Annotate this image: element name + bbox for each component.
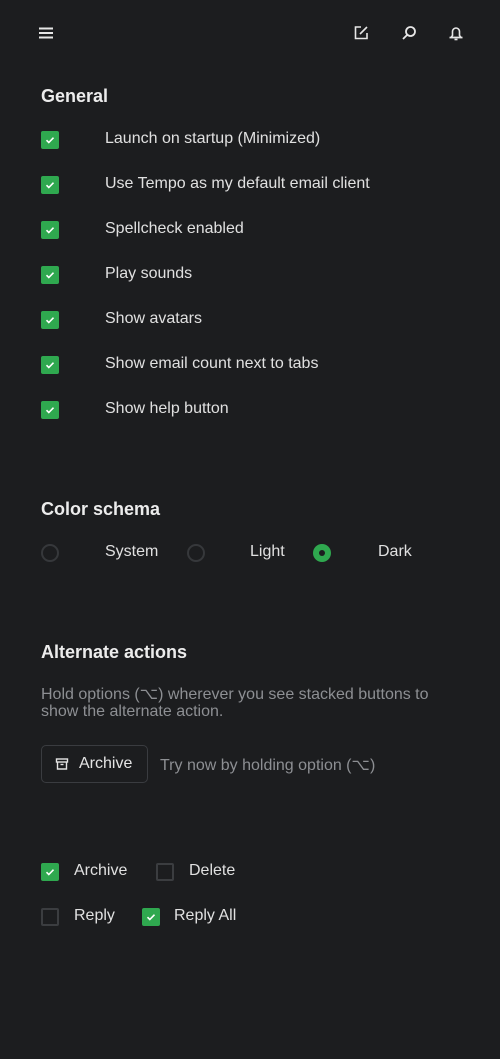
spellcheck-checkbox[interactable] <box>41 221 59 239</box>
reply-all-action-checkbox[interactable] <box>142 908 160 926</box>
archive-demo-button-label: Archive <box>79 755 133 772</box>
color-light-radio[interactable] <box>187 544 205 562</box>
alternate-actions-section-title: Alternate actions <box>41 642 188 662</box>
color-system-label: System <box>105 543 159 560</box>
color-schema-section-title: Color schema <box>41 499 161 519</box>
compose-icon[interactable] <box>350 22 372 44</box>
delete-action-label: Delete <box>189 862 236 879</box>
delete-action-checkbox[interactable] <box>156 863 174 881</box>
reply-all-action-label: Reply All <box>174 907 237 924</box>
play-sounds-checkbox[interactable] <box>41 266 59 284</box>
color-dark-radio[interactable] <box>313 544 331 562</box>
show-email-count-checkbox[interactable] <box>41 356 59 374</box>
search-icon[interactable] <box>398 22 420 44</box>
show-avatars-label: Show avatars <box>105 310 202 327</box>
color-light-label: Light <box>250 543 285 560</box>
archive-icon <box>55 758 69 770</box>
show-help-button-checkbox[interactable] <box>41 401 59 419</box>
color-system-radio[interactable] <box>41 544 59 562</box>
launch-on-startup-label: Launch on startup (Minimized) <box>105 130 321 147</box>
color-dark-label: Dark <box>378 543 412 560</box>
hamburger-menu-icon[interactable] <box>35 22 57 44</box>
launch-on-startup-checkbox[interactable] <box>41 131 59 149</box>
spellcheck-label: Spellcheck enabled <box>105 220 244 237</box>
archive-action-label: Archive <box>74 862 128 879</box>
top-toolbar <box>0 0 500 66</box>
show-email-count-label: Show email count next to tabs <box>105 355 319 372</box>
archive-action-checkbox[interactable] <box>41 863 59 881</box>
try-now-hint: Try now by holding option (⌥) <box>160 757 376 774</box>
alternate-actions-description: Hold options (⌥) wherever you see stacke… <box>41 686 429 720</box>
show-avatars-checkbox[interactable] <box>41 311 59 329</box>
play-sounds-label: Play sounds <box>105 265 193 282</box>
show-help-button-label: Show help button <box>105 400 229 417</box>
reply-action-label: Reply <box>74 907 115 924</box>
default-email-client-checkbox[interactable] <box>41 176 59 194</box>
default-email-client-label: Use Tempo as my default email client <box>105 175 370 192</box>
reply-action-checkbox[interactable] <box>41 908 59 926</box>
archive-demo-button[interactable]: Archive <box>41 745 148 783</box>
general-section-title: General <box>41 86 109 106</box>
bell-icon[interactable] <box>445 22 467 44</box>
